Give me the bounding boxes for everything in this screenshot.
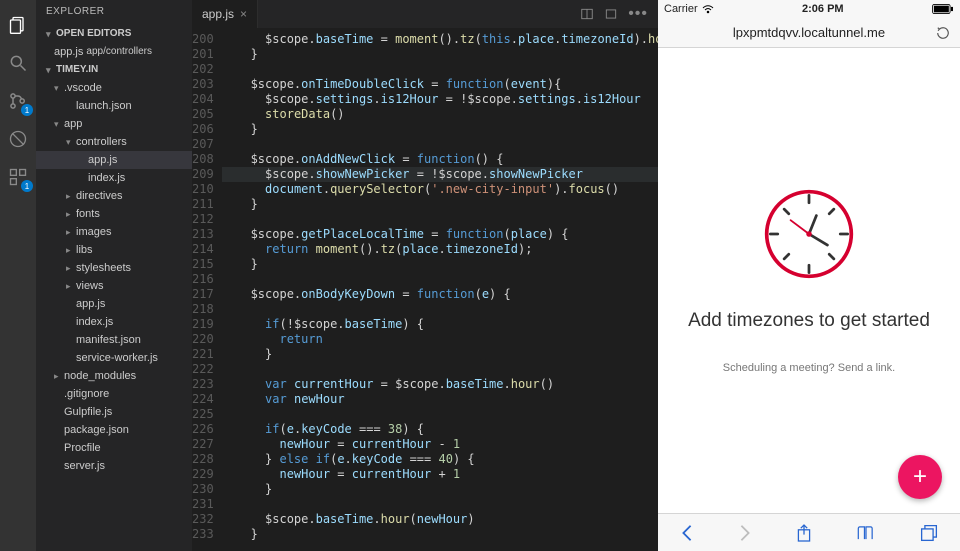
tree-item[interactable]: app.js [36,295,192,313]
tree-item[interactable]: ▸images [36,223,192,241]
battery-icon [932,4,954,14]
search-icon[interactable] [5,50,31,76]
safari-toolbar [658,513,960,551]
tree-item[interactable]: index.js [36,169,192,187]
tree-item[interactable]: ▾.vscode [36,79,192,97]
close-icon[interactable]: × [240,7,247,21]
explorer-title: EXPLORER [36,0,192,23]
more-icon[interactable]: ••• [628,5,648,23]
url-text: lpxpmtdqvv.localtunnel.me [733,25,885,40]
tree-item[interactable]: ▸views [36,277,192,295]
ios-status-bar: Carrier 2:06 PM [658,0,960,18]
ext-badge: 1 [21,180,33,192]
explorer-icon[interactable] [5,12,31,38]
empty-state-subtext: Scheduling a meeting? Send a link. [723,362,895,374]
tree-item[interactable]: ▸node_modules [36,367,192,385]
address-bar[interactable]: lpxpmtdqvv.localtunnel.me [658,18,960,48]
clock-illustration [763,188,855,280]
tree-item[interactable]: ▾controllers [36,133,192,151]
tree-item[interactable]: Gulpfile.js [36,403,192,421]
tree-item[interactable]: app.js [36,151,192,169]
carrier-label: Carrier [664,3,698,15]
wifi-icon [702,4,714,14]
empty-state-heading: Add timezones to get started [688,310,930,332]
tree-item[interactable]: .gitignore [36,385,192,403]
open-editors-section[interactable]: ▾OPEN EDITORS [36,25,192,43]
bookmarks-icon[interactable] [856,524,876,542]
tree-item[interactable]: ▸directives [36,187,192,205]
explorer-sidebar: EXPLORER ▾OPEN EDITORS app.js app/contro… [36,0,192,551]
tab-bar: app.js × ••• [192,0,658,28]
code-area[interactable]: 2002012022032042052062072082092102112122… [192,28,658,551]
tree-item[interactable]: ▾app [36,115,192,133]
forward-icon[interactable] [738,524,752,542]
tree-item[interactable]: ▸libs [36,241,192,259]
tree-item[interactable]: index.js [36,313,192,331]
back-icon[interactable] [680,524,694,542]
file-tree: ▾OPEN EDITORS app.js app/controllers ▾TI… [36,23,192,477]
status-time: 2:06 PM [714,3,932,15]
git-icon[interactable]: 1 [5,88,31,114]
phone-content: Add timezones to get started Scheduling … [658,48,960,513]
tree-item[interactable]: package.json [36,421,192,439]
tab-app-js[interactable]: app.js × [192,0,258,28]
tree-item[interactable]: server.js [36,457,192,475]
show-opened-icon[interactable] [604,7,618,21]
share-icon[interactable] [796,523,812,543]
ios-simulator: Carrier 2:06 PM lpxpmtdqvv.localtunnel.m… [658,0,960,551]
tree-item[interactable]: manifest.json [36,331,192,349]
split-editor-icon[interactable] [580,7,594,21]
tab-label: app.js [202,7,234,21]
tree-item[interactable]: ▸fonts [36,205,192,223]
reload-icon[interactable] [936,26,950,40]
plus-icon: + [913,463,927,491]
editor-area: app.js × ••• 200201202203204205206207208… [192,0,658,551]
code-content[interactable]: $scope.baseTime = moment().tz(this.place… [222,28,658,551]
tree-item[interactable]: launch.json [36,97,192,115]
activity-bar: 1 1 [0,0,36,551]
extensions-icon[interactable]: 1 [5,164,31,190]
git-badge: 1 [21,104,33,116]
line-gutter: 2002012022032042052062072082092102112122… [192,28,222,551]
tree-item[interactable]: service-worker.js [36,349,192,367]
tree-item[interactable]: ▸stylesheets [36,259,192,277]
project-section[interactable]: ▾TIMEY.IN [36,61,192,79]
tabs-icon[interactable] [920,524,938,542]
add-fab[interactable]: + [898,455,942,499]
open-editor-file[interactable]: app.js app/controllers [36,43,192,61]
debug-icon[interactable] [5,126,31,152]
tree-item[interactable]: Procfile [36,439,192,457]
